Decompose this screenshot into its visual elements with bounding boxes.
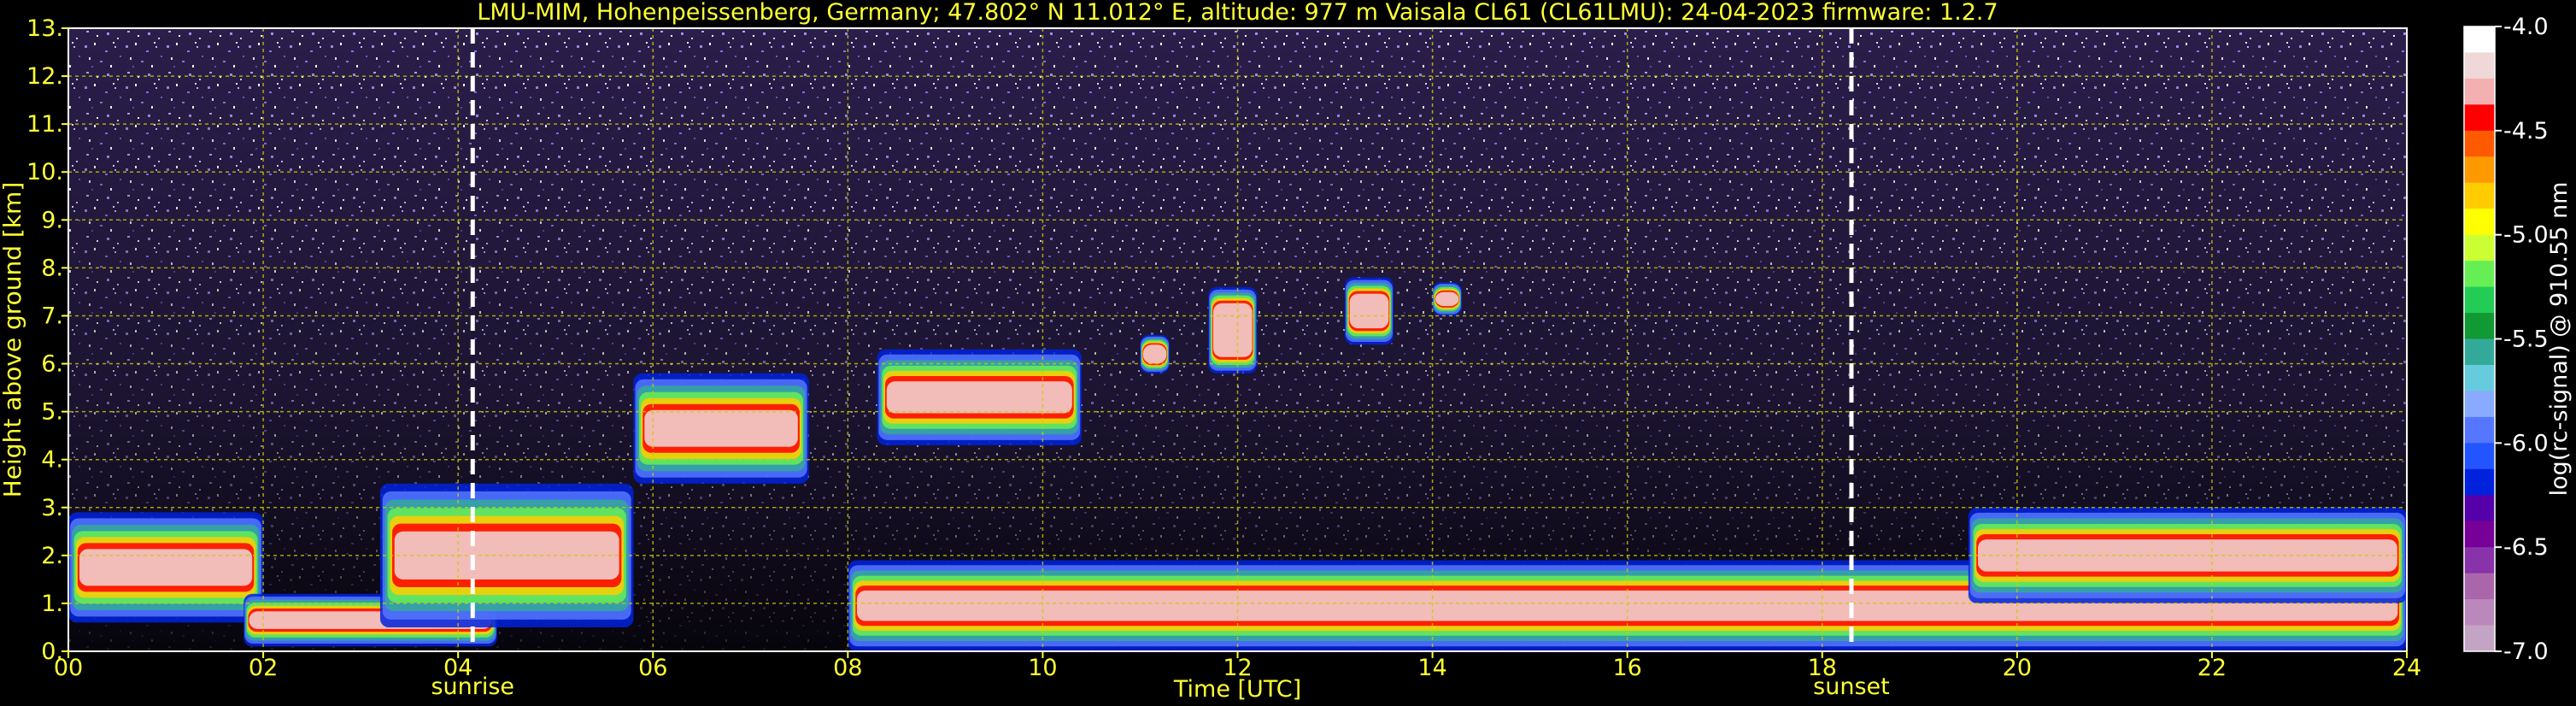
colorbar-segment (2464, 521, 2495, 548)
colorbar-segment (2464, 625, 2495, 652)
y-tick-label: 3. (41, 495, 63, 521)
colorbar-segment (2464, 104, 2495, 132)
x-tick-label: 20 (2003, 655, 2032, 681)
cloud-band (1435, 291, 1459, 307)
colorbar-segment (2464, 130, 2495, 157)
y-tick-label: 5. (41, 399, 63, 426)
cloud-layer (633, 373, 809, 484)
colorbar-segment (2464, 443, 2495, 470)
y-tick-label: 10. (26, 159, 63, 185)
cloud-band (1142, 344, 1167, 364)
y-tick-label: 2. (41, 543, 63, 569)
x-tick-label: 06 (638, 655, 667, 681)
colorbar-tick-label: -4.0 (2503, 14, 2549, 40)
colorbar-label: log(rc-signal) @ 910.55 nm (2546, 182, 2573, 497)
x-tick-label: 08 (833, 655, 862, 681)
x-tick-label: 04 (443, 655, 472, 681)
colorbar-segment (2464, 261, 2495, 288)
colorbar-segment (2464, 338, 2495, 366)
colorbar-segment (2464, 313, 2495, 339)
y-tick-label: 0. (41, 638, 63, 665)
x-tick-label: 10 (1028, 655, 1057, 681)
cloud-band (1349, 293, 1389, 329)
cloud-layer (68, 512, 264, 623)
y-tick-label: 7. (41, 303, 63, 329)
y-tick-label: 1. (41, 591, 63, 617)
colorbar-segment (2464, 182, 2495, 209)
cloud-band (79, 549, 253, 586)
colorbar-segment (2464, 364, 2495, 391)
colorbar-tick-label: -7.0 (2503, 638, 2549, 665)
colorbar-segment (2464, 78, 2495, 105)
x-tick-label: 22 (2198, 655, 2227, 681)
colorbar-segment (2464, 391, 2495, 418)
colorbar-segment (2464, 26, 2495, 53)
y-tick-label: 6. (41, 351, 63, 378)
colorbar-tick-label: -4.5 (2503, 118, 2549, 144)
cloud-band (644, 409, 798, 447)
colorbar-segment (2464, 468, 2495, 496)
colorbar-tick-label: -5.0 (2503, 222, 2549, 249)
colorbar-segment (2464, 209, 2495, 236)
cloud-band (886, 381, 1072, 414)
y-tick-label: 12. (26, 63, 63, 90)
cloud-band (1212, 303, 1253, 357)
colorbar-segment (2464, 52, 2495, 79)
colorbar-segment (2464, 156, 2495, 184)
x-tick-label: 14 (1417, 655, 1446, 681)
x-axis-label: Time [UTC] (1173, 676, 1301, 703)
y-tick-label: 4. (41, 447, 63, 474)
chart-title: LMU-MIM, Hohenpeissenberg, Germany; 47.8… (477, 0, 1998, 26)
x-tick-label: 02 (249, 655, 278, 681)
colorbar-segment (2464, 599, 2495, 627)
cloud-layer (1208, 286, 1258, 374)
colorbar-segment (2464, 416, 2495, 444)
colorbar-segment (2464, 495, 2495, 522)
x-tick-label: 18 (1808, 655, 1837, 681)
colorbar-segment (2464, 573, 2495, 600)
colorbar-segment (2464, 547, 2495, 574)
x-tick-label: 24 (2392, 655, 2421, 681)
ceilometer-chart: sunrise sunset00 02 04 06 08 10 12 14 16 18 20 22 240… (0, 0, 2573, 703)
cloud-layer (1140, 334, 1170, 374)
y-tick-label: 13. (26, 15, 63, 42)
y-tick-label: 9. (41, 207, 63, 233)
cloud-layer (1432, 282, 1462, 316)
y-axis-label: Height above ground [km] (0, 182, 26, 498)
x-tick-label: 16 (1612, 655, 1641, 681)
colorbar-segment (2464, 286, 2495, 314)
colorbar-tick-label: -6.5 (2503, 534, 2549, 561)
colorbar-tick-label: -5.5 (2503, 327, 2549, 353)
y-tick-label: 11. (26, 111, 63, 138)
cloud-layer (1344, 277, 1394, 345)
y-tick-label: 8. (41, 255, 63, 281)
colorbar-segment (2464, 234, 2495, 262)
colorbar-tick-label: -6.0 (2503, 430, 2549, 456)
